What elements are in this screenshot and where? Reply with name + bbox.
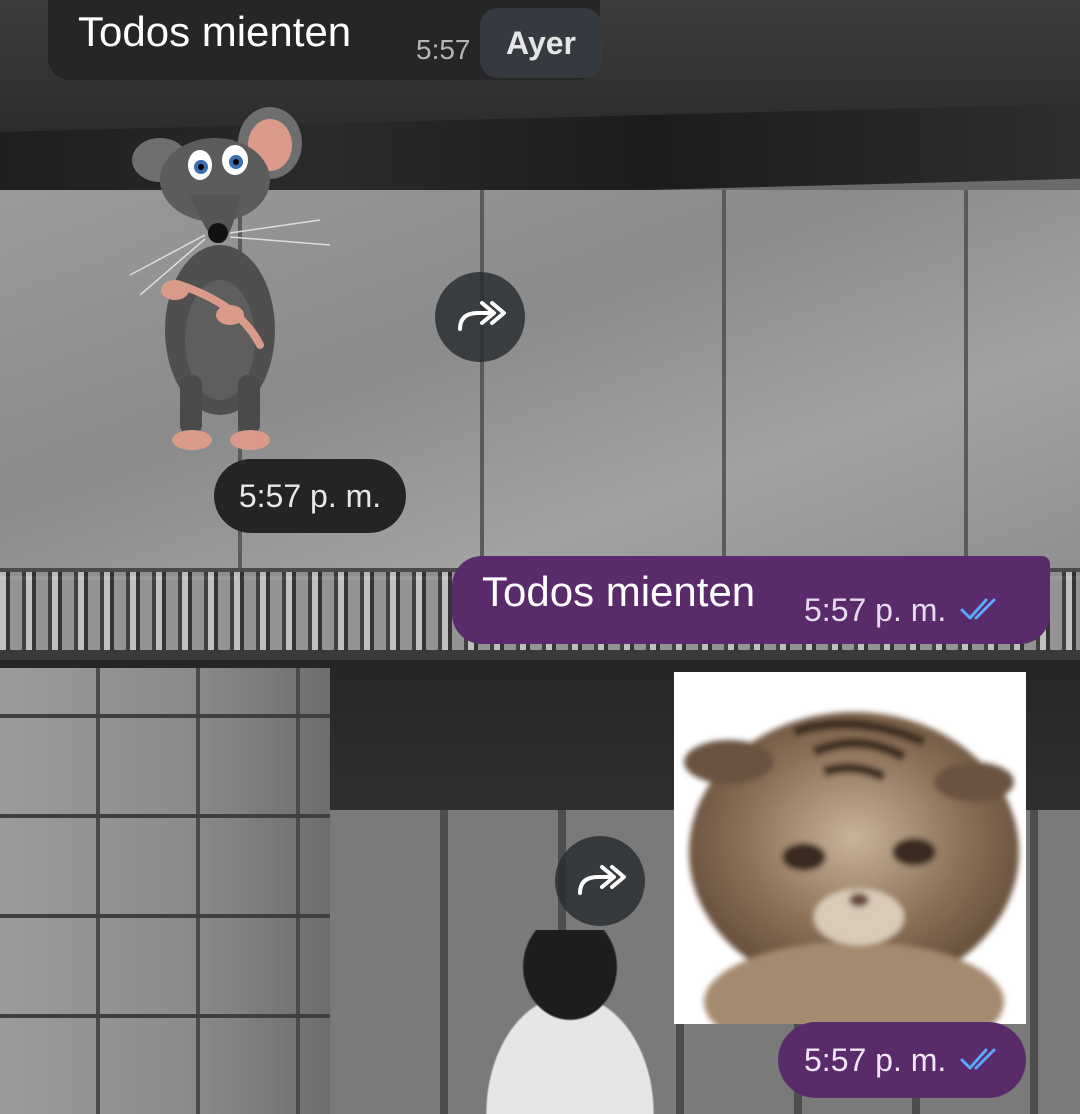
forward-button-rat[interactable] [435,272,525,362]
forward-button-cat[interactable] [555,836,645,926]
outgoing-message-time: 5:57 p. m. [804,592,947,628]
rat-sticker-time: 5:57 p. m. [214,459,406,533]
rat-leg-right [238,375,260,435]
wallpaper-frieze-bottom [0,650,1080,660]
forward-arrow-icon [578,865,626,895]
cat-eye-right [892,838,936,866]
double-check-icon [960,1048,996,1070]
wallpaper-pillar [0,668,330,1114]
rat-pupil-left-center [198,164,204,170]
cat-eye-left [782,843,826,871]
outgoing-message-text: Todos mienten [482,568,756,615]
date-chip: Ayer [480,8,602,78]
cat-sticker-time: 5:57 p. m. [778,1022,1026,1098]
rat-pupil-right-center [233,159,239,165]
incoming-message-text: Todos mienten [78,8,352,55]
rat-leg-left [180,375,202,435]
cat-ear-right [934,762,1014,802]
forward-arrow-icon [458,301,506,331]
rat-paw-right [216,305,244,325]
rat-foot-left [172,430,212,450]
wallpaper-person [440,930,700,1114]
cat-sticker-image [684,712,1019,1024]
cat-ear-left [684,740,774,784]
rat-sticker[interactable] [120,105,370,465]
cat-nose [849,893,869,907]
date-chip-label: Ayer [506,24,576,61]
cat-sticker[interactable] [674,672,1026,1024]
cat-sticker-time-label: 5:57 p. m. [804,1042,947,1078]
rat-nose [208,223,228,243]
rat-foot-right [230,430,270,450]
rat-paw-left [161,280,189,300]
rat-sticker-time-label: 5:57 p. m. [238,477,382,514]
outgoing-message-bubble[interactable]: Todos mienten 5:57 p. m. [452,556,1050,644]
double-check-icon [960,598,996,620]
incoming-message-time: 5:57 [416,34,471,65]
